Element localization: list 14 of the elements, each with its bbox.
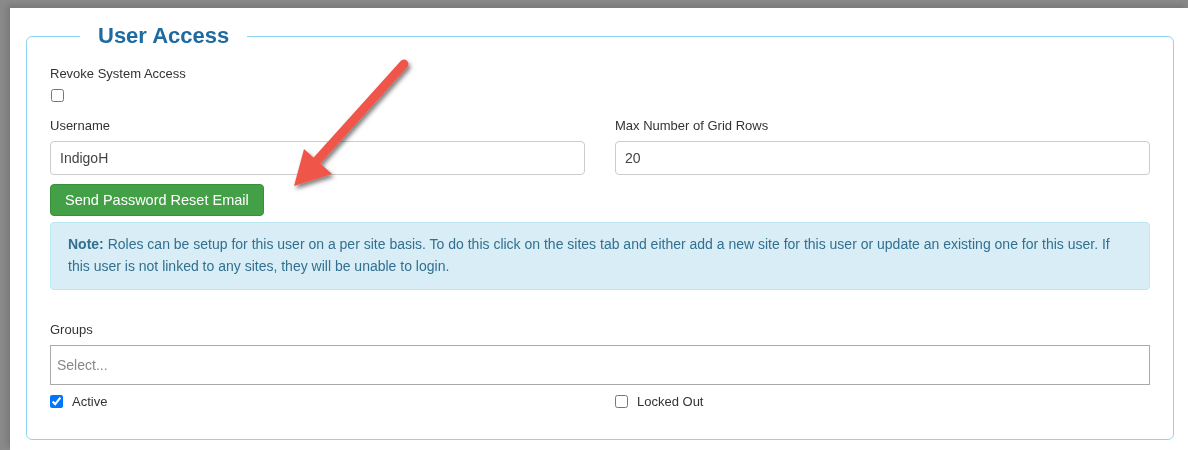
field-label: Max Number of Grid Rows bbox=[615, 118, 770, 133]
checkbox[interactable] bbox=[615, 395, 628, 408]
section-title: User Access bbox=[97, 26, 231, 46]
groups-select[interactable]: Select... bbox=[50, 345, 1150, 385]
checkbox-label: Active bbox=[72, 394, 108, 409]
field-label: Username bbox=[50, 118, 111, 133]
checkbox-label: Locked Out bbox=[637, 394, 704, 409]
field-label: Groups bbox=[50, 322, 94, 337]
username-field[interactable]: IndigoH bbox=[50, 141, 585, 175]
field-label: Revoke System Access bbox=[50, 66, 187, 81]
max-rows-field[interactable]: 20 bbox=[615, 141, 1150, 175]
revoke-checkbox[interactable] bbox=[51, 89, 64, 102]
note-message: Note: Roles can be setup for this user on a per site basis. To do this click on the sites tab and either add a new site for this user or update an existing one for this user. If this user is not linked to any sites, they will be unable to login. bbox=[50, 222, 1150, 290]
checkbox[interactable] bbox=[50, 395, 63, 408]
